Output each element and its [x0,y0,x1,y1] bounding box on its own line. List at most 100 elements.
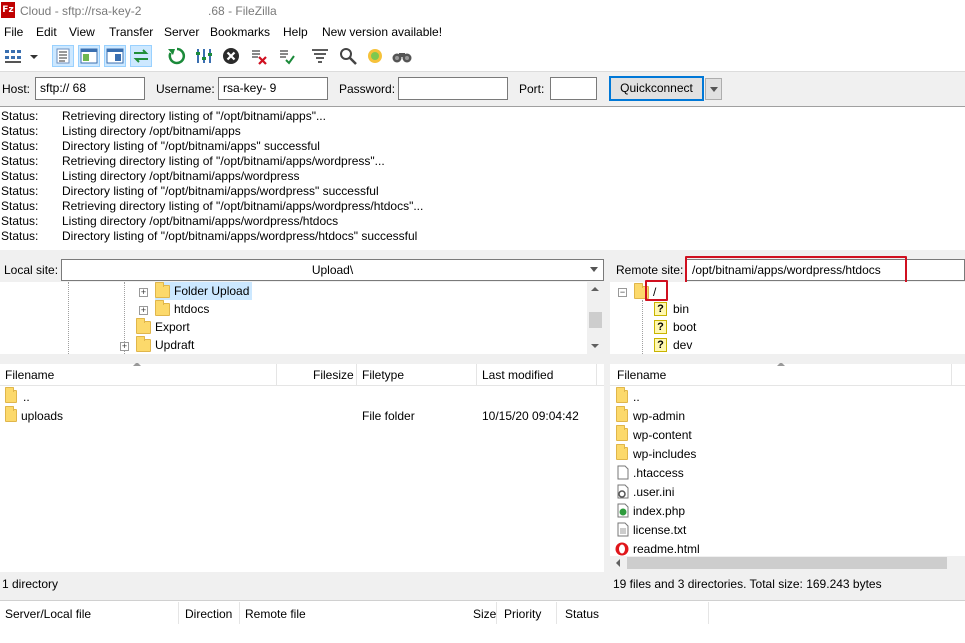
local-col-filetype[interactable]: Filetype [362,368,404,382]
local-col-filename[interactable]: Filename [5,368,54,382]
local-path-dropdown-icon[interactable] [590,267,598,272]
file-name: wp-admin [633,408,686,423]
folder-icon [616,425,628,441]
pane-splitter[interactable] [604,256,610,600]
refresh-icon[interactable] [166,45,188,67]
password-label: Password: [339,82,396,96]
toggle-remote-tree-icon[interactable] [104,45,126,67]
local-col-last-modified[interactable]: Last modified [482,368,553,382]
php-file-icon [617,503,629,518]
toggle-local-tree-icon[interactable] [78,45,100,67]
folder-icon [155,299,170,316]
remote-tree-item-dev[interactable]: ? dev [654,336,692,354]
remote-tree-item-bin[interactable]: ? bin [654,300,689,318]
tree-item-label: Export [155,320,190,334]
menu-transfer[interactable]: Transfer [109,25,153,39]
list-item[interactable]: uploads [5,406,63,425]
local-file-list[interactable]: .. uploads File folder 10/15/20 09:04:42 [0,386,604,572]
log-status-label: Status: [1,109,39,123]
local-col-filesize[interactable]: Filesize [313,368,354,382]
queue-col-size[interactable]: Size [473,607,496,621]
log-status-label: Status: [1,199,39,213]
local-tree-item-updraft[interactable]: Updraft [136,335,194,354]
quickconnect-button[interactable]: Quickconnect [609,76,704,101]
local-tree-item-htdocs[interactable]: htdocs [155,299,209,318]
list-item[interactable]: index.php [617,501,685,520]
collapse-icon[interactable]: − [618,288,627,297]
tree-list-splitter[interactable] [0,355,965,363]
scroll-left-icon[interactable] [616,559,620,567]
menu-bar: File Edit View Transfer Server Bookmarks… [0,22,965,42]
unknown-folder-icon: ? [654,302,667,316]
menu-view[interactable]: View [69,25,95,39]
compare-icon[interactable] [364,45,386,67]
menu-bookmarks[interactable]: Bookmarks [210,25,270,39]
quickconnect-history-dropdown[interactable] [705,78,722,100]
toggle-queue-icon[interactable] [130,45,152,67]
menu-file[interactable]: File [4,25,23,39]
settings-file-icon [617,484,629,499]
reconnect-icon[interactable] [276,45,298,67]
tree-item-label: Folder Upload [174,284,250,298]
username-input[interactable]: rsa-key- 9 [218,77,328,100]
list-item[interactable]: license.txt [617,520,686,539]
queue-col-priority[interactable]: Priority [504,607,541,621]
opera-html-icon [615,542,629,556]
remote-horizontal-scrollbar[interactable] [610,556,965,570]
remote-status-bar: 19 files and 3 directories. Total size: … [610,572,965,597]
list-item[interactable]: readme.html [615,539,700,556]
queue-col-direction[interactable]: Direction [185,607,232,621]
list-item[interactable]: wp-includes [616,444,696,463]
local-tree-scrollbar[interactable] [587,282,604,354]
cancel-icon[interactable] [220,45,242,67]
queue-col-status[interactable]: Status [565,607,599,621]
folder-icon [136,317,151,334]
local-site-label: Local site: [4,263,59,277]
remote-site-label: Remote site: [616,263,684,277]
scroll-thumb[interactable] [627,557,947,569]
list-item[interactable]: .. [5,387,30,406]
log-status-label: Status: [1,214,39,228]
file-icon [617,465,629,480]
list-item[interactable]: wp-admin [616,406,685,425]
message-log[interactable]: Status: Retrieving directory listing of "… [0,106,965,250]
remote-tree-item-boot[interactable]: ? boot [654,318,696,336]
menu-help[interactable]: Help [283,25,308,39]
port-input[interactable] [550,77,597,100]
remote-status-text: 19 files and 3 directories. Total size: … [613,577,882,591]
folder-icon [616,444,628,460]
host-input[interactable]: sftp:// 68 [35,77,145,100]
menu-server[interactable]: Server [164,25,199,39]
expand-icon[interactable]: + [139,306,148,315]
local-tree-item-export[interactable]: Export [136,317,190,336]
log-status-label: Status: [1,229,39,243]
menu-new-version[interactable]: New version available! [322,25,442,39]
menu-edit[interactable]: Edit [36,25,57,39]
local-site-path: Upload\ [311,263,354,277]
local-directory-tree[interactable]: + Folder Upload + htdocs Export + Updraf… [0,282,604,354]
process-queue-icon[interactable] [193,45,215,67]
queue-col-server-local-file[interactable]: Server/Local file [5,607,91,621]
local-tree-item-folder-upload[interactable]: Folder Upload [155,282,253,300]
remote-col-filename[interactable]: Filename [617,368,666,382]
directory-filter-icon[interactable] [309,45,331,67]
password-input[interactable] [398,77,508,100]
site-manager-icon[interactable] [3,45,39,67]
toggle-message-log-icon[interactable] [52,45,74,67]
remote-file-list[interactable]: .. wp-admin wp-content wp-includes .htac… [610,386,965,556]
expand-icon[interactable]: + [139,288,148,297]
search-remote-icon[interactable] [337,45,359,67]
host-label: Host: [2,82,31,96]
filezilla-app-icon: Fz [1,2,15,18]
expand-icon[interactable]: + [120,342,129,351]
local-site-path-combo[interactable]: Upload\ [61,259,604,281]
file-name: index.php [633,503,686,518]
find-files-icon[interactable] [391,45,413,67]
list-item[interactable]: .htaccess [617,463,684,482]
list-item[interactable]: .. [616,387,640,406]
list-item[interactable]: wp-content [616,425,692,444]
file-name: wp-includes [633,446,697,461]
disconnect-icon[interactable] [248,45,270,67]
list-item[interactable]: .user.ini [617,482,674,501]
queue-col-remote-file[interactable]: Remote file [245,607,306,621]
